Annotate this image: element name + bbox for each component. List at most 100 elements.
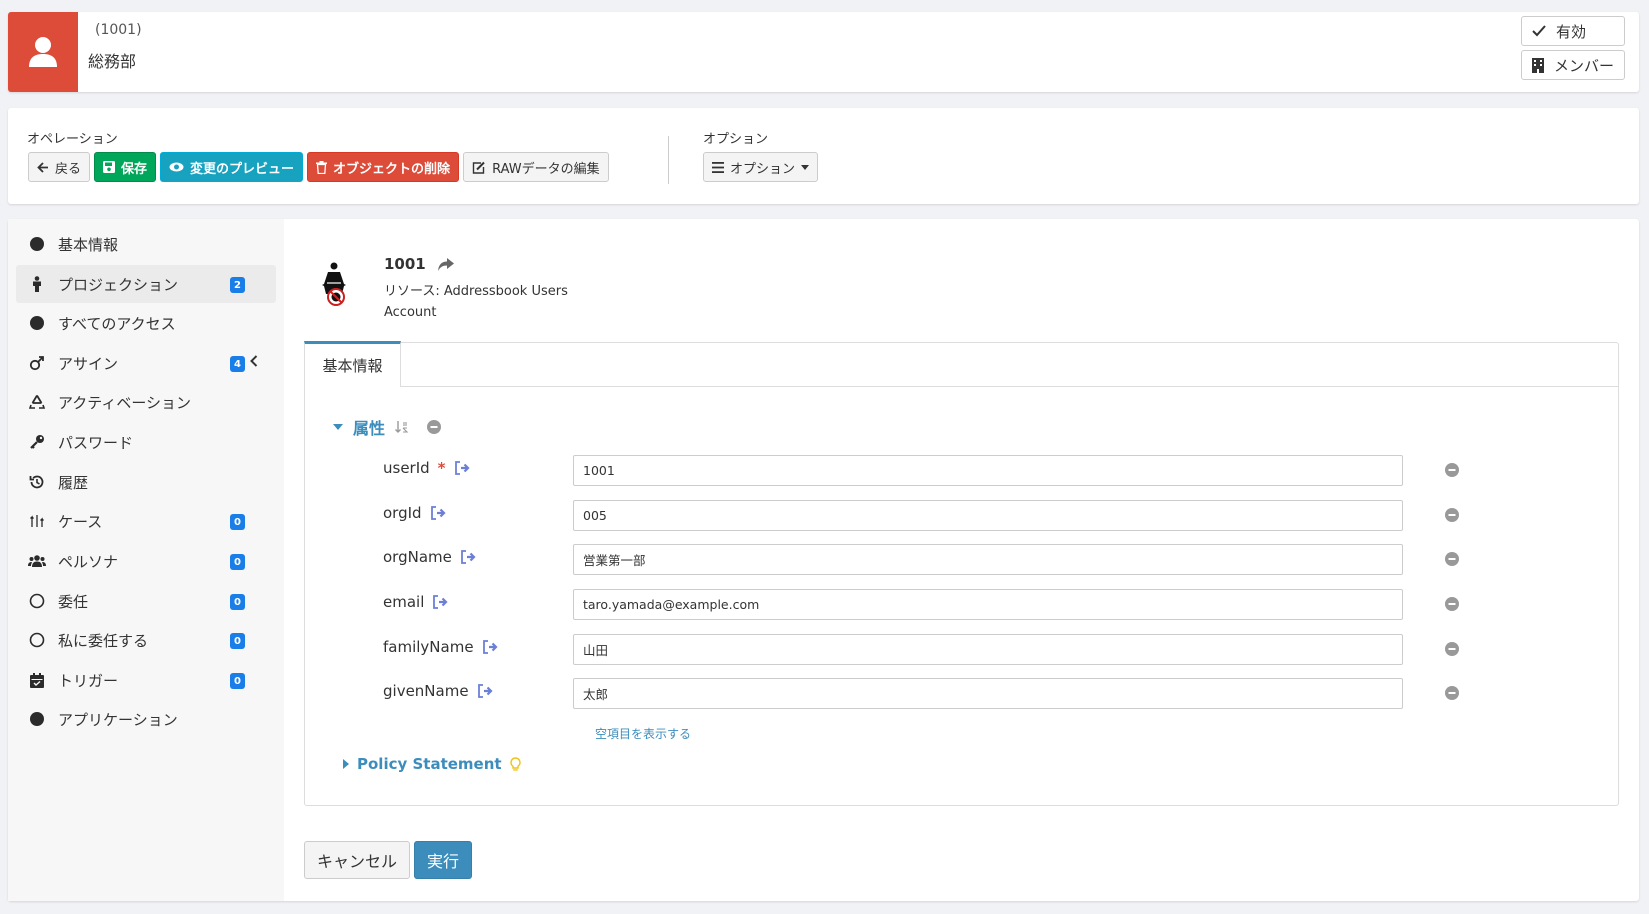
attribute-label: orgName: [383, 548, 452, 566]
chevron-left-icon[interactable]: [250, 355, 258, 367]
sidebar-item-password[interactable]: パスワード: [16, 423, 276, 461]
sign-in-icon[interactable]: [477, 684, 493, 698]
sidebar-item-projection[interactable]: プロジェクション 2: [16, 265, 276, 303]
remove-attribute-icon[interactable]: [1445, 463, 1459, 477]
preview-changes-button[interactable]: 変更のプレビュー: [160, 152, 304, 182]
sidebar-item-persona[interactable]: ペルソナ 0: [16, 542, 276, 580]
key-icon: [28, 433, 46, 451]
attribute-row-orgid: orgId: [383, 500, 1493, 532]
sidebar-item-assign[interactable]: アサイン 4: [16, 344, 276, 382]
arrow-left-icon: [37, 161, 48, 173]
operations-label: オペレーション: [27, 132, 118, 147]
bars-icon: [712, 161, 724, 173]
object-type: Account: [384, 305, 437, 320]
attribute-row-givenname: givenName: [383, 678, 1493, 710]
user-icon: [29, 37, 57, 67]
sidebar-item-activation[interactable]: アクティベーション: [16, 383, 276, 421]
circle-outline-icon: [28, 592, 46, 610]
policy-statement-header[interactable]: Policy Statement: [343, 755, 521, 773]
assign-count-badge: 4: [230, 356, 245, 372]
case-icon: [28, 512, 46, 530]
persona-count-badge: 0: [230, 554, 245, 570]
remove-attribute-icon[interactable]: [1445, 508, 1459, 522]
back-button[interactable]: 戻る: [28, 152, 91, 182]
tab-basic[interactable]: 基本情報: [304, 341, 401, 387]
execute-button[interactable]: 実行: [414, 841, 473, 879]
attribute-row-orgname: orgName: [383, 544, 1493, 576]
remove-attribute-icon[interactable]: [1445, 597, 1459, 611]
sidebar: 基本情報 プロジェクション 2 すべてのアクセス アサイン 4 アクティベーショ…: [8, 219, 284, 901]
calendar-icon: [28, 671, 46, 689]
sign-in-icon[interactable]: [430, 506, 446, 520]
givenname-field[interactable]: [573, 678, 1403, 709]
circle-icon: [28, 314, 46, 332]
person-icon: [28, 275, 46, 293]
sign-in-icon[interactable]: [454, 461, 470, 475]
remove-attribute-icon[interactable]: [1445, 686, 1459, 700]
familyname-field[interactable]: [573, 634, 1403, 665]
sign-in-icon[interactable]: [432, 595, 448, 609]
attribute-label: email: [383, 593, 425, 611]
form-actions: キャンセル 実行: [304, 841, 473, 879]
sign-in-icon[interactable]: [482, 640, 498, 654]
circle-icon: [28, 235, 46, 253]
object-resource: リソース: Addressbook Users: [384, 284, 568, 299]
sort-icon[interactable]: [395, 421, 409, 433]
minus-circle-icon[interactable]: [427, 420, 442, 434]
sidebar-item-all-access[interactable]: すべてのアクセス: [16, 304, 276, 342]
operations-divider: [668, 136, 669, 184]
orgname-field[interactable]: [573, 544, 1403, 575]
sidebar-item-trigger[interactable]: トリガー 0: [16, 661, 276, 699]
show-empty-fields-link[interactable]: 空項目を表示する: [595, 725, 691, 742]
share-arrow-icon[interactable]: [437, 257, 454, 271]
avatar: [8, 12, 78, 92]
trash-icon: [316, 160, 328, 174]
circle-outline-icon: [28, 631, 46, 649]
members-label: メンバー: [1554, 56, 1615, 75]
circle-icon: [28, 710, 46, 728]
caret-down-icon: [801, 164, 810, 170]
policy-statement-title: Policy Statement: [357, 755, 502, 773]
operations-buttons: 戻る 保存 変更のプレビュー オブジェクトの削除 RAWデータの編集: [28, 152, 609, 182]
object-display-name: 総務部: [88, 52, 137, 71]
operations-panel: オペレーション 戻る 保存 変更のプレビュー オブジェクトの削除 RAWデータの…: [8, 108, 1639, 204]
members-button[interactable]: メンバー: [1521, 50, 1625, 80]
account-icon: [318, 261, 350, 309]
userid-field[interactable]: [573, 455, 1403, 486]
object-id: (1001): [95, 22, 142, 38]
enabled-label: 有効: [1556, 22, 1587, 41]
projection-count-badge: 2: [230, 277, 245, 293]
enabled-button[interactable]: 有効: [1521, 16, 1625, 46]
trigger-count-badge: 0: [230, 673, 245, 689]
options-dropdown[interactable]: オプション: [703, 152, 819, 182]
object-title: 1001: [384, 255, 454, 273]
remove-attribute-icon[interactable]: [1445, 552, 1459, 566]
attribute-row-userid: userId *: [383, 455, 1493, 487]
sidebar-item-basic[interactable]: 基本情報: [16, 225, 276, 263]
sidebar-item-delegated-to-me[interactable]: 私に委任する 0: [16, 621, 276, 659]
edit-icon: [472, 161, 485, 174]
delete-object-button[interactable]: オブジェクトの削除: [307, 152, 460, 182]
attribute-label: userId: [383, 459, 430, 477]
cancel-button[interactable]: キャンセル: [304, 841, 411, 879]
remove-attribute-icon[interactable]: [1445, 642, 1459, 656]
delegated-to-me-count-badge: 0: [230, 633, 245, 649]
case-count-badge: 0: [230, 514, 245, 530]
delegation-count-badge: 0: [230, 594, 245, 610]
attribute-row-email: email: [383, 589, 1493, 621]
sidebar-item-case[interactable]: ケース 0: [16, 502, 276, 540]
attributes-section-header[interactable]: 属性: [333, 415, 442, 439]
sign-in-icon[interactable]: [460, 550, 476, 564]
sidebar-item-history[interactable]: 履歴: [16, 463, 276, 501]
sidebar-item-delegation[interactable]: 委任 0: [16, 582, 276, 620]
attribute-row-familyname: familyName: [383, 634, 1493, 666]
edit-raw-button[interactable]: RAWデータの編集: [463, 152, 609, 182]
eye-icon: [169, 162, 184, 172]
orgid-field[interactable]: [573, 500, 1403, 531]
caret-down-icon: [333, 424, 343, 430]
sidebar-item-application[interactable]: アプリケーション: [16, 700, 276, 738]
email-field[interactable]: [573, 589, 1403, 620]
caret-right-icon: [343, 759, 349, 769]
attribute-label: orgId: [383, 504, 422, 522]
save-button[interactable]: 保存: [94, 152, 157, 182]
